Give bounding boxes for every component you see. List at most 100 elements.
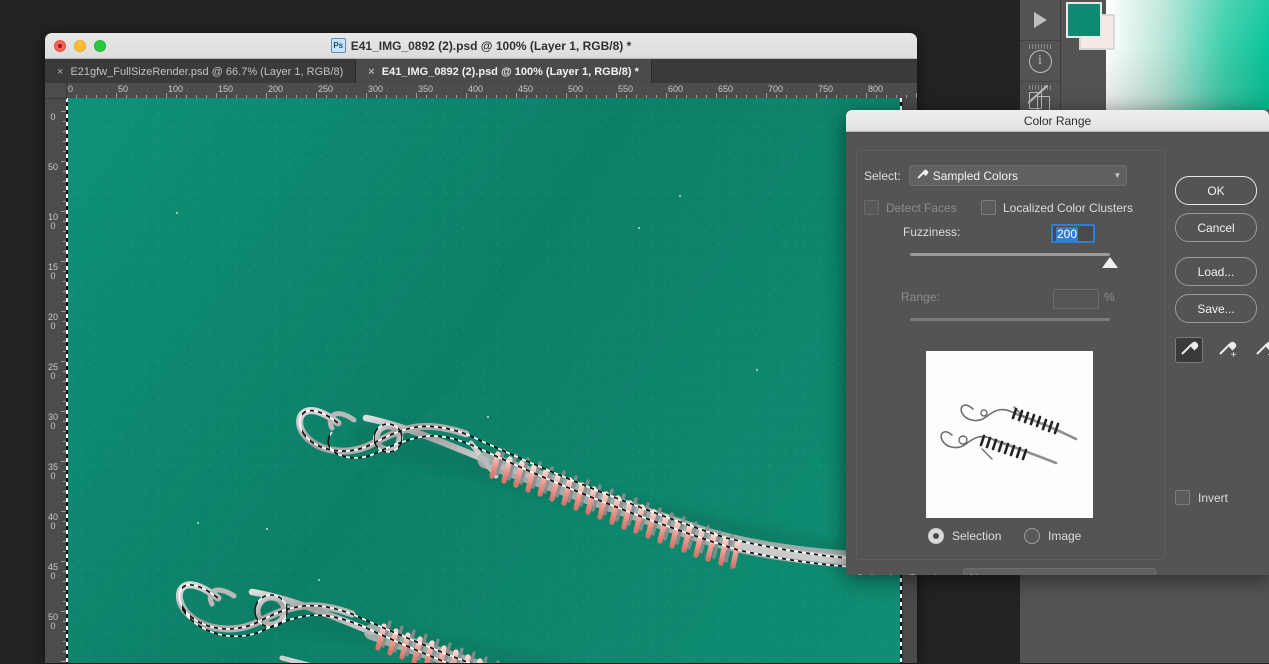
chevron-down-icon: ▾: [1144, 573, 1149, 575]
ruler-corner[interactable]: [45, 83, 67, 99]
zoom-button[interactable]: [94, 39, 106, 52]
invert-checkbox[interactable]: [1175, 490, 1190, 505]
ruler-label: 250: [47, 362, 58, 381]
gradient-layer-shade: [1106, 0, 1269, 110]
preview-selection-radio-row[interactable]: Selection: [928, 528, 1001, 544]
image-radio[interactable]: [1024, 528, 1040, 544]
selection-radio[interactable]: [928, 528, 944, 544]
ruler-label: 450: [518, 84, 534, 94]
ruler-label: 50: [118, 84, 129, 94]
range-row: Range:: [901, 290, 940, 304]
earring-lower: [175, 581, 573, 663]
info-icon: i: [1028, 49, 1052, 73]
ruler-label: 750: [818, 84, 834, 94]
play-button[interactable]: [1020, 0, 1060, 41]
localized-color-clusters-checkbox[interactable]: [981, 200, 996, 215]
selection-preview-thumbnail[interactable]: [926, 351, 1093, 518]
ruler-label: 0: [50, 112, 56, 122]
selection-radio-label: Selection: [952, 529, 1002, 543]
window-title: Ps E41_IMG_0892 (2).psd @ 100% (Layer 1,…: [330, 38, 632, 53]
horizontal-ruler[interactable]: 0 50 100 150 200 250 300 350 400 450 500 550 600 650 7…: [45, 83, 917, 99]
ruler-label: 150: [47, 262, 58, 281]
ruler-label: 650: [718, 84, 734, 94]
select-label: Select:: [864, 168, 901, 183]
save-button[interactable]: Save...: [1175, 294, 1257, 323]
range-label: Range:: [901, 290, 940, 304]
preview-mask-art: [926, 351, 1093, 518]
ruler-label: 550: [618, 84, 634, 94]
ruler-label: 300: [47, 412, 58, 431]
select-dropdown[interactable]: Sampled Colors ▾: [908, 165, 1127, 186]
ruler-label: 0: [68, 84, 74, 94]
dialog-title: Color Range: [1023, 113, 1092, 128]
window-titlebar[interactable]: Ps E41_IMG_0892 (2).psd @ 100% (Layer 1,…: [45, 33, 917, 59]
cancel-button-label: Cancel: [1197, 220, 1235, 235]
detect-faces-checkbox: [864, 200, 879, 215]
selection-preview-dropdown[interactable]: None ▾: [962, 568, 1156, 576]
ruler-label: 300: [368, 84, 384, 94]
invert-label: Invert: [1198, 490, 1229, 505]
ok-button[interactable]: OK: [1175, 176, 1257, 205]
color-picker-gradient[interactable]: [1106, 0, 1269, 110]
detect-faces-label: Detect Faces: [886, 200, 957, 215]
detect-faces-row: Detect Faces: [864, 200, 957, 215]
color-range-titlebar[interactable]: Color Range: [846, 110, 1269, 132]
earring-upper: [296, 407, 879, 573]
ruler-label: 150: [218, 84, 234, 94]
ruler-label: 500: [47, 612, 58, 631]
vertical-ruler[interactable]: 0 50 100 150 200 250 300 350 400 450 500: [45, 98, 67, 663]
fuzziness-input[interactable]: 200: [1051, 224, 1095, 243]
tool-options-column: i: [1020, 0, 1061, 123]
selection-preview-value: None: [970, 572, 1139, 576]
minimize-button[interactable]: [74, 39, 86, 52]
close-button[interactable]: [54, 39, 66, 52]
ruler-label: 350: [47, 462, 58, 481]
ruler-label: 100: [47, 212, 58, 231]
ruler-label: 800: [868, 84, 884, 94]
ruler-label: 100: [168, 84, 184, 94]
ruler-label: 600: [668, 84, 684, 94]
foreground-color-swatch[interactable]: [1066, 2, 1102, 38]
ruler-label: 250: [318, 84, 334, 94]
window-controls: [54, 39, 106, 52]
ruler-label: 700: [768, 84, 784, 94]
selection-preview-label: Selection Preview:: [856, 572, 955, 576]
window-title-text: E41_IMG_0892 (2).psd @ 100% (Layer 1, RG…: [350, 38, 632, 53]
ruler-label: 400: [468, 84, 484, 94]
preview-image-radio-row[interactable]: Image: [1024, 528, 1081, 544]
save-button-label: Save...: [1197, 301, 1235, 316]
document-tab-1[interactable]: × E21gfw_FullSizeRender.psd @ 66.7% (Lay…: [45, 59, 357, 84]
invert-row[interactable]: Invert: [1175, 490, 1228, 505]
select-row: Select: Sampled Colors ▾: [864, 165, 1127, 186]
color-range-body: Select: Sampled Colors ▾ Detect Faces Lo…: [846, 132, 1269, 575]
selection-preview-row: Selection Preview: None ▾: [856, 568, 1156, 575]
close-icon[interactable]: ×: [57, 66, 63, 78]
ruler-label: 400: [47, 512, 58, 531]
selection-marquee-left: [66, 98, 68, 663]
eyedropper-subtract-icon[interactable]: −: [1251, 338, 1269, 362]
document-canvas[interactable]: [66, 98, 902, 663]
select-value: Sampled Colors: [932, 168, 1019, 183]
eyedropper-icon[interactable]: [1175, 337, 1203, 363]
panel-grip[interactable]: [1029, 44, 1051, 49]
document-tab-2[interactable]: × E41_IMG_0892 (2).psd @ 100% (Layer 1, …: [356, 59, 652, 84]
close-icon[interactable]: ×: [368, 66, 374, 78]
cancel-button[interactable]: Cancel: [1175, 213, 1257, 242]
ruler-label: 50: [47, 162, 58, 172]
range-input: [1053, 289, 1099, 309]
eyedropper-add-icon[interactable]: +: [1214, 338, 1240, 362]
localized-color-clusters-label: Localized Color Clusters: [1003, 200, 1134, 215]
fuzziness-row: Fuzziness:: [903, 225, 960, 239]
canvas-viewport[interactable]: [66, 98, 917, 663]
fuzziness-slider-thumb[interactable]: [1102, 257, 1118, 268]
ruler-label: 450: [47, 562, 58, 581]
photoshop-document-window: Ps E41_IMG_0892 (2).psd @ 100% (Layer 1,…: [45, 33, 917, 663]
info-button[interactable]: i: [1020, 41, 1060, 82]
document-tab-bar: × E21gfw_FullSizeRender.psd @ 66.7% (Lay…: [45, 59, 917, 85]
ruler-label: 200: [268, 84, 284, 94]
localized-color-clusters-row[interactable]: Localized Color Clusters: [981, 200, 1133, 215]
load-button[interactable]: Load...: [1175, 257, 1257, 286]
fuzziness-slider-track[interactable]: [910, 253, 1110, 256]
range-slider-track: [910, 318, 1110, 321]
ruler-label: 500: [568, 84, 584, 94]
